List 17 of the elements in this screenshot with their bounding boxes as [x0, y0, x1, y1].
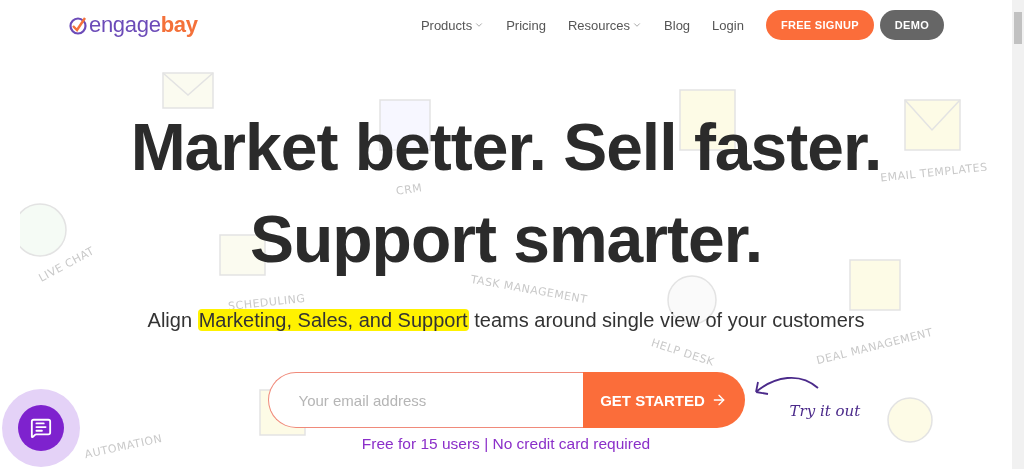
demo-button[interactable]: DEMO — [879, 10, 944, 40]
nav-link[interactable]: Resources — [567, 17, 643, 33]
logo-wordmark: engagebay — [89, 12, 198, 38]
signup-note: Free for 15 users | No credit card required — [361, 435, 651, 453]
nav-link[interactable]: Products — [420, 17, 485, 33]
nav-link[interactable]: Login — [712, 17, 744, 33]
chat-icon — [30, 417, 52, 439]
scrollbar-thumb[interactable] — [1014, 12, 1022, 44]
nav-link[interactable]: Pricing — [506, 17, 546, 33]
nav-link[interactable]: Blog — [664, 17, 691, 33]
chat-button[interactable] — [18, 405, 64, 451]
headline: Market better. Sell faster. — [130, 114, 882, 180]
callout-text: Try it out — [789, 402, 861, 420]
subtitle: Align Marketing, Sales, and Support teams around single view of your customers — [147, 309, 865, 331]
email-field[interactable]: Your email address — [267, 372, 583, 428]
logo-icon — [68, 15, 88, 35]
scrollbar[interactable] — [1012, 0, 1024, 469]
